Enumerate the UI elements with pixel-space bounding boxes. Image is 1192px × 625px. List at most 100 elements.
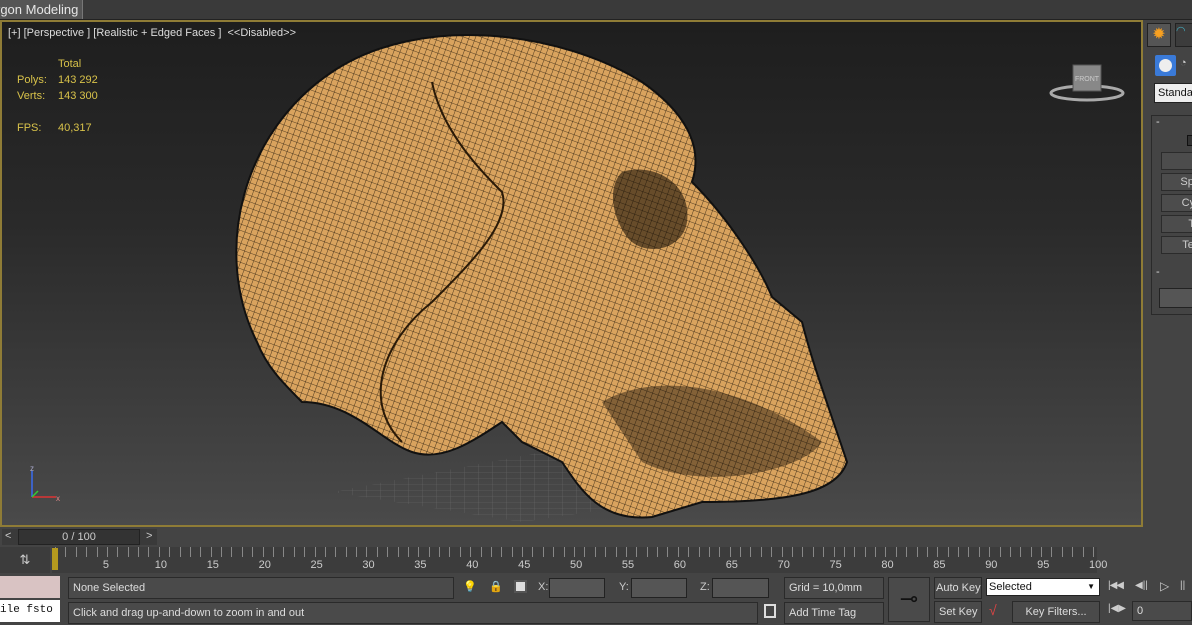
track-tick	[791, 547, 793, 557]
track-tick	[490, 547, 492, 557]
track-tick	[854, 547, 856, 557]
track-tick	[65, 547, 67, 557]
track-tick	[221, 547, 223, 557]
curve-editor-icon[interactable]: √	[989, 602, 997, 618]
track-tick	[885, 547, 887, 557]
track-tick	[397, 547, 399, 557]
curve-editor-toggle-icon[interactable]: ⇅	[0, 547, 50, 573]
track-tick-label: 35	[414, 559, 427, 571]
track-tick	[356, 547, 358, 557]
key-filters-button[interactable]: Key Filters...	[1012, 601, 1100, 623]
selection-lock-icon[interactable]: 🔒	[489, 580, 503, 593]
track-tick	[906, 547, 908, 557]
go-to-start-icon[interactable]: |◀◀	[1108, 580, 1124, 591]
perspective-viewport[interactable]: [+] [Perspective ] [Realistic + Edged Fa…	[0, 20, 1143, 527]
previous-frame-icon[interactable]: ◀||	[1135, 580, 1148, 591]
rollout-name-color[interactable]: -	[1156, 266, 1160, 278]
box-button[interactable]: B	[1161, 152, 1192, 170]
track-tick	[387, 547, 389, 557]
track-tick-label: 40	[466, 559, 479, 571]
cylinder-button[interactable]: Cyli	[1161, 194, 1192, 212]
torus-button[interactable]: To	[1161, 215, 1192, 233]
track-tick-label: 70	[777, 559, 790, 571]
track-tick	[501, 547, 503, 557]
z-coordinate-field[interactable]	[712, 578, 769, 598]
rollout-object-type[interactable]: -	[1156, 116, 1160, 128]
time-next-button[interactable]: >	[146, 530, 152, 542]
create-tab-sun-icon[interactable]: ✹	[1147, 23, 1171, 47]
track-tick	[407, 547, 409, 557]
track-tick	[439, 547, 441, 557]
track-tick	[511, 547, 513, 557]
track-tick	[688, 547, 690, 557]
track-tick	[999, 547, 1001, 557]
x-label: X:	[538, 581, 549, 593]
geometry-sphere-icon[interactable]	[1155, 55, 1176, 76]
maxscript-listener[interactable]	[0, 576, 60, 598]
track-tick	[698, 547, 700, 557]
track-tick	[926, 547, 928, 557]
teapot-button[interactable]: Tea	[1161, 236, 1192, 254]
time-slider-thumb[interactable]: 0 / 100	[18, 529, 140, 545]
track-tick	[86, 547, 88, 557]
track-tick	[1030, 547, 1032, 557]
set-key-button[interactable]: Set Key	[934, 601, 982, 623]
track-tick	[636, 547, 638, 557]
time-cursor[interactable]	[52, 548, 58, 570]
track-tick-label: 10	[154, 559, 168, 571]
track-tick	[480, 547, 482, 557]
track-tick-label: 50	[570, 559, 583, 571]
time-tag-window-icon[interactable]	[764, 604, 776, 618]
track-tick	[553, 547, 555, 557]
absolute-mode-icon[interactable]	[514, 580, 527, 593]
track-tick	[978, 547, 980, 557]
geometry-type-dropdown[interactable]: Standa	[1154, 83, 1192, 103]
track-tick	[459, 547, 461, 557]
next-frame-icon[interactable]: ||	[1180, 580, 1185, 591]
maxscript-input[interactable]: ile fsto	[0, 600, 60, 622]
track-bar[interactable]: 5 10 15 20 25 30 35 40 45 50 55 60 65 70 75 80 85 90 95 100	[52, 547, 1107, 573]
track-tick	[252, 547, 254, 557]
track-tick	[262, 547, 264, 557]
track-tick	[823, 547, 825, 557]
track-tick	[304, 547, 306, 557]
time-prev-button[interactable]: <	[5, 530, 11, 542]
track-tick	[895, 547, 897, 557]
viewcube[interactable]: FRONT	[1047, 57, 1127, 107]
object-name-field[interactable]	[1159, 288, 1192, 308]
track-tick	[605, 547, 607, 557]
skull-mesh	[235, 34, 849, 522]
play-icon[interactable]: ▷	[1160, 579, 1169, 593]
track-tick	[771, 547, 773, 557]
shapes-icon[interactable]: ◔	[1180, 57, 1187, 69]
x-coordinate-field[interactable]	[549, 578, 605, 598]
track-tick	[1020, 547, 1022, 557]
track-tick	[148, 547, 150, 557]
track-tick	[345, 547, 347, 557]
track-tick	[1093, 547, 1094, 557]
add-time-tag-button[interactable]: Add Time Tag	[784, 602, 884, 624]
track-tick	[646, 547, 648, 557]
current-frame-field[interactable]: 0	[1132, 601, 1192, 621]
y-label: Y:	[619, 581, 629, 593]
track-tick-label: 15	[206, 559, 219, 571]
track-tick	[376, 547, 378, 557]
sphere-button[interactable]: Sph	[1161, 173, 1192, 191]
track-tick	[138, 547, 140, 557]
key-mode-toggle-icon[interactable]: |◀▶	[1108, 603, 1126, 614]
y-coordinate-field[interactable]	[631, 578, 687, 598]
track-tick	[729, 547, 731, 557]
track-tick	[937, 547, 939, 557]
modify-tab-icon[interactable]: ◠	[1175, 23, 1192, 47]
ribbon-tab-polygon-modeling[interactable]: rgon Modeling	[0, 0, 84, 19]
autogrid-checkbox[interactable]	[1187, 135, 1192, 146]
ribbon-bar: rgon Modeling	[0, 0, 1192, 20]
auto-key-button[interactable]: Auto Key	[934, 577, 982, 599]
key-mode-dropdown[interactable]: Selected ▼	[986, 578, 1100, 596]
track-tick	[812, 547, 814, 557]
track-tick	[843, 547, 845, 557]
time-slider[interactable]: < 0 / 100 >	[2, 529, 157, 545]
set-keys-key-icon[interactable]: ⊸	[888, 577, 930, 622]
track-tick	[708, 547, 710, 557]
isolate-bulb-icon[interactable]: 💡	[463, 580, 477, 593]
